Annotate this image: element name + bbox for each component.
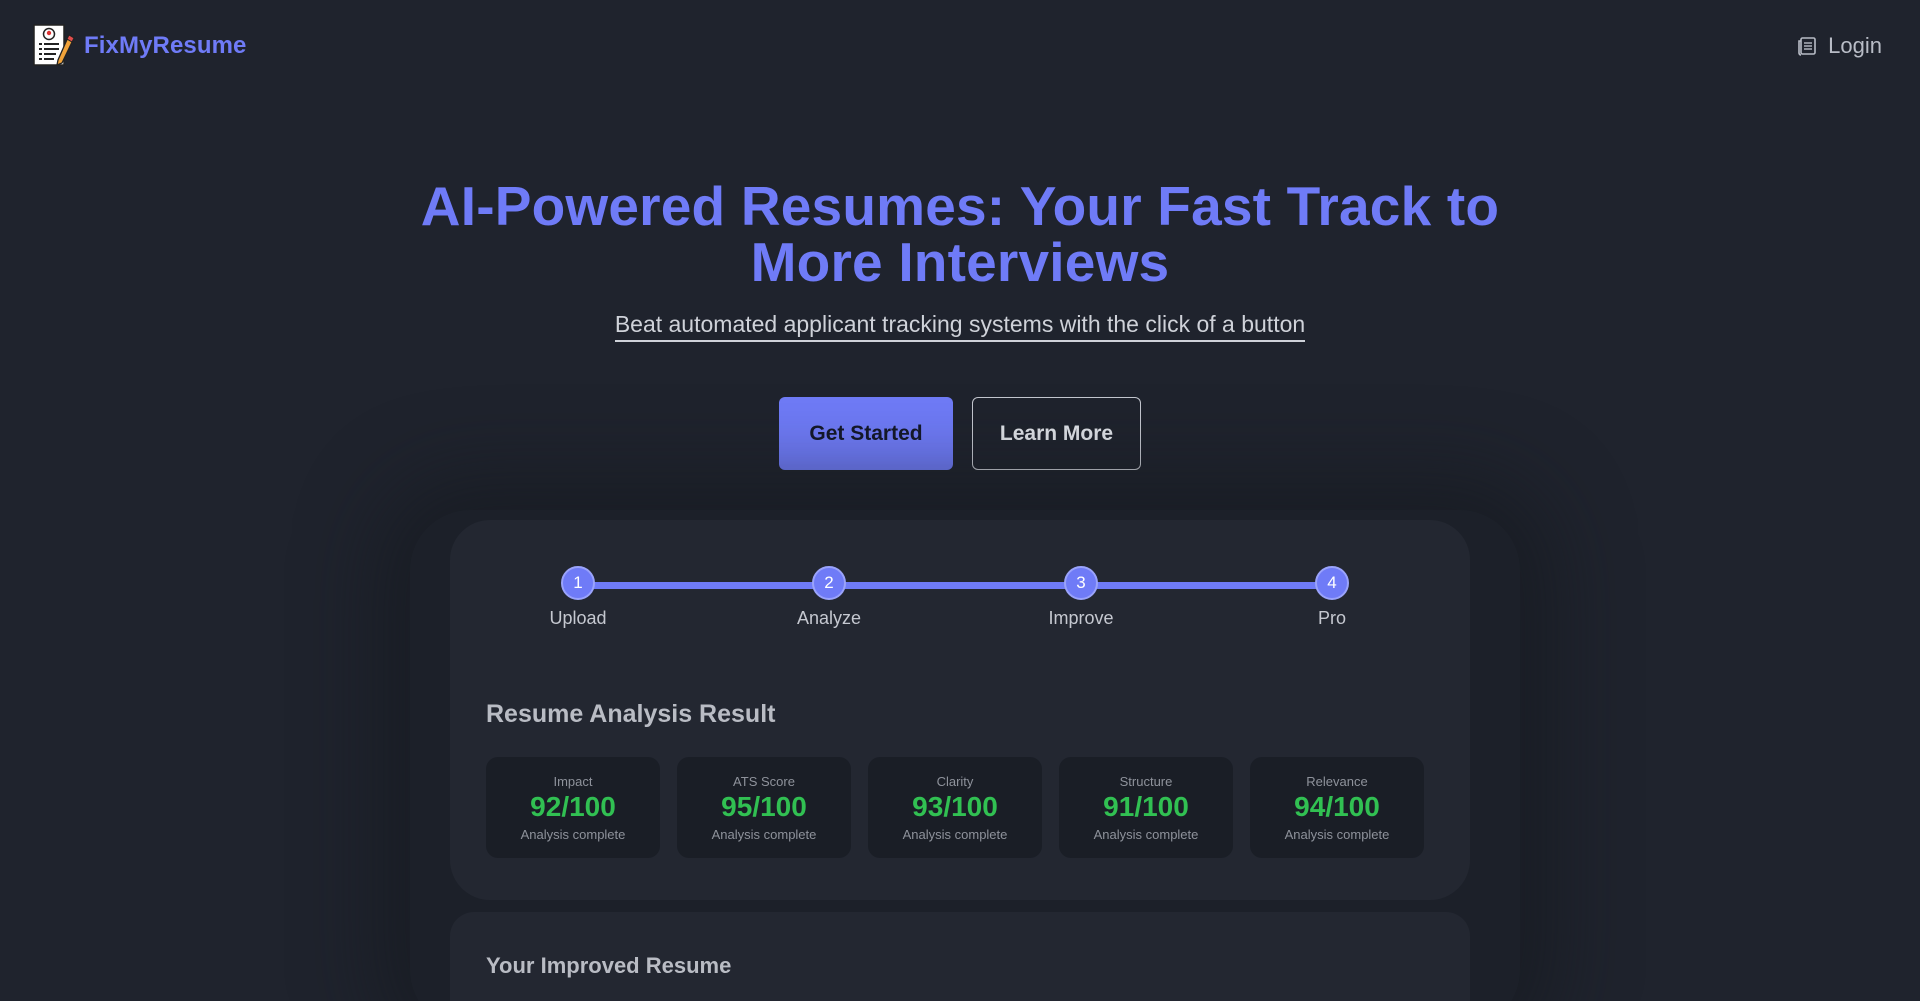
metric-status: Analysis complete [1093,827,1199,842]
brand-link[interactable]: FixMyResume [32,23,247,69]
metric-card-structure: Structure 91/100 Analysis complete [1059,757,1233,858]
step-pro: 4 Pro [1272,566,1392,629]
step-number: 4 [1315,566,1349,600]
page: FixMyResume Login AI-Powered Resumes: Yo… [0,0,1920,1001]
metric-value: 91/100 [1103,791,1189,822]
metric-label: Relevance [1306,774,1368,789]
hero-subtitle: Beat automated applicant tracking system… [614,311,1306,342]
metric-value: 95/100 [721,791,807,822]
step-number: 2 [812,566,846,600]
step-number: 1 [561,566,595,600]
metric-status: Analysis complete [520,827,626,842]
metric-card-relevance: Relevance 94/100 Analysis complete [1250,757,1424,858]
learn-more-button[interactable]: Learn More [972,397,1141,470]
metric-label: ATS Score [733,774,795,789]
metric-card-clarity: Clarity 93/100 Analysis complete [868,757,1042,858]
metric-status: Analysis complete [1284,827,1390,842]
analysis-title: Resume Analysis Result [486,700,776,728]
metric-value: 94/100 [1294,791,1380,822]
step-label: Pro [1317,608,1346,628]
metric-label: Clarity [936,774,974,789]
improved-resume-title: Your Improved Resume [486,953,732,978]
top-nav: FixMyResume Login [0,0,1920,92]
login-label: Login [1828,33,1882,58]
step-analyze: 2 Analyze [769,566,889,629]
cta-row: Get Started Learn More [0,397,1920,470]
hero-title: AI-Powered Resumes: Your Fast Track to M… [420,175,1500,293]
metric-label: Structure [1119,774,1173,789]
step-upload: 1 Upload [518,566,638,629]
metric-label: Impact [553,774,593,789]
get-started-button[interactable]: Get Started [779,397,953,470]
step-label: Analyze [796,608,862,628]
login-link[interactable]: Login [1796,33,1882,59]
step-label: Upload [549,608,607,628]
brand-name: FixMyResume [84,32,247,59]
step-number: 3 [1064,566,1098,600]
metric-card-ats-score: ATS Score 95/100 Analysis complete [677,757,851,858]
stepper-track [578,582,1332,589]
metric-card-impact: Impact 92/100 Analysis complete [486,757,660,858]
metrics-row: Impact 92/100 Analysis complete ATS Scor… [486,757,1424,858]
hero-subtitle-wrap: Beat automated applicant tracking system… [0,311,1920,342]
metric-status: Analysis complete [711,827,817,842]
metric-value: 92/100 [530,791,616,822]
document-icon [1798,37,1816,56]
step-label: Improve [1048,608,1114,628]
resume-pencil-icon [33,24,75,67]
step-improve: 3 Improve [1021,566,1141,629]
metric-status: Analysis complete [902,827,1008,842]
progress-stepper: 1 Upload 2 Analyze 3 Improve 4 Pro [549,566,1349,636]
metric-value: 93/100 [912,791,998,822]
